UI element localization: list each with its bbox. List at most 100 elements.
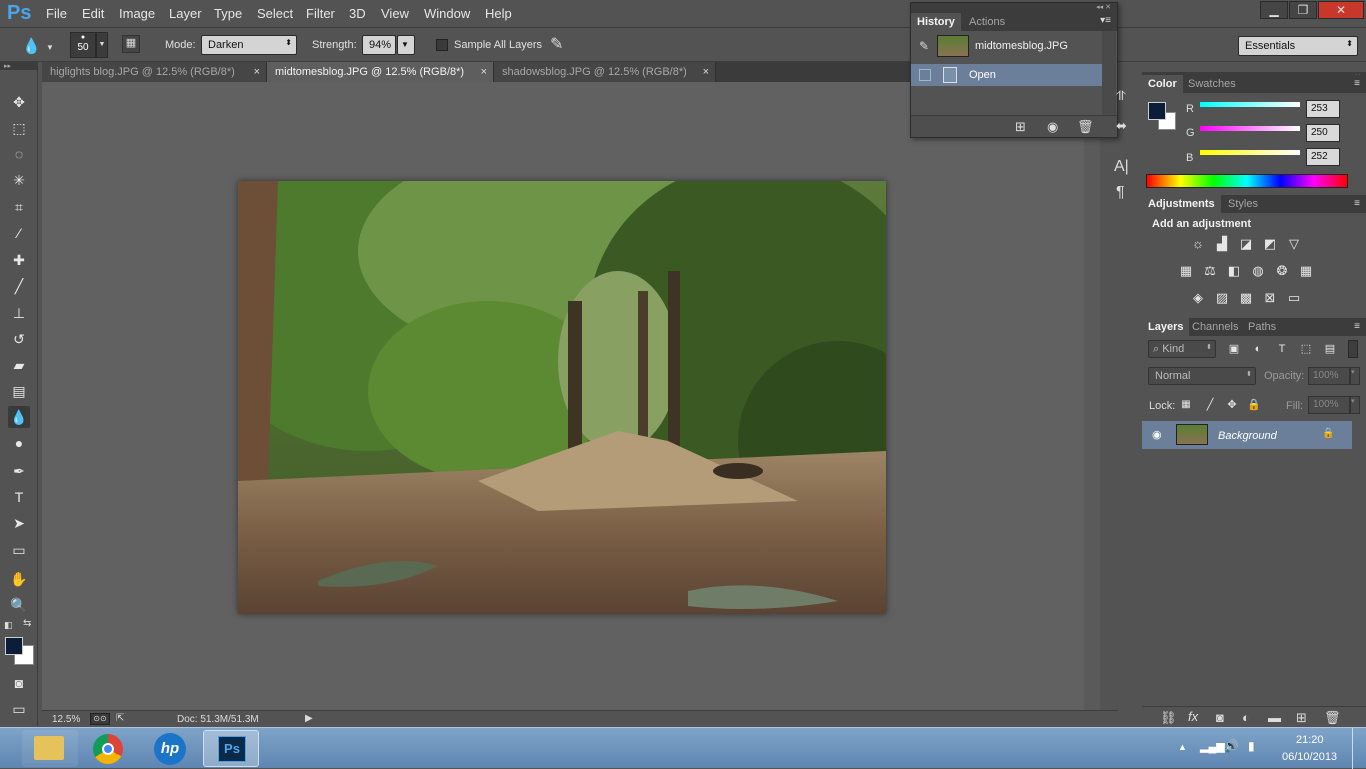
filter-smart-object-icon[interactable]: ▤ — [1320, 339, 1340, 359]
camera-icon[interactable]: ◉ — [1047, 119, 1058, 135]
menu-3d[interactable]: 3D — [349, 6, 366, 21]
hue-saturation-icon[interactable]: ▦ — [1176, 261, 1196, 281]
paragraph-panel-icon[interactable]: ¶ — [1116, 184, 1125, 202]
tab-adjustments[interactable]: Adjustments — [1142, 195, 1221, 213]
tab-layers[interactable]: Layers — [1142, 318, 1190, 336]
tab-paths[interactable]: Paths — [1242, 318, 1282, 336]
collapse-icon[interactable]: ▸▸ — [0, 62, 38, 70]
layers-scrollbar[interactable] — [1352, 421, 1366, 706]
type-tool-icon[interactable]: T — [8, 486, 30, 508]
tab-channels[interactable]: Channels — [1186, 318, 1244, 336]
history-brush-source-icon[interactable]: ✎ — [919, 39, 929, 53]
filter-toggle[interactable] — [1348, 340, 1358, 358]
filter-adjustment-icon[interactable]: ◐ — [1248, 339, 1268, 359]
close-icon[interactable]: × — [703, 62, 709, 82]
levels-icon[interactable]: ▟ — [1212, 234, 1232, 254]
volume-icon[interactable]: 🔊 — [1224, 739, 1239, 753]
pen-tool-icon[interactable]: ✒ — [8, 460, 30, 482]
path-selection-tool-icon[interactable]: ➤ — [8, 512, 30, 534]
opacity-arrow-icon[interactable]: ▾ — [1350, 367, 1360, 385]
close-icon[interactable]: × — [254, 62, 260, 82]
opacity-input[interactable]: 100% — [1308, 367, 1350, 385]
restore-button[interactable]: ❐ — [1289, 1, 1317, 19]
exposure-icon[interactable]: ◩ — [1260, 234, 1280, 254]
menu-filter[interactable]: Filter — [306, 6, 335, 21]
foreground-color-swatch[interactable] — [5, 637, 23, 655]
close-button[interactable]: ✕ — [1318, 1, 1364, 19]
quick-mask-icon[interactable]: ◙ — [8, 672, 30, 694]
history-brush-tool-icon[interactable]: ↺ — [8, 328, 30, 350]
r-value-input[interactable]: 253 — [1306, 100, 1340, 118]
panel-menu-icon[interactable]: ≡ — [1354, 321, 1360, 332]
snapshot-thumbnail[interactable] — [937, 35, 969, 57]
strength-dropdown-arrow[interactable]: ▼ — [397, 35, 415, 55]
channel-mixer-icon[interactable]: ❂ — [1272, 261, 1292, 281]
brush-picker-arrow-icon[interactable]: ▼ — [96, 32, 108, 58]
clock-time[interactable]: 21:20 — [1296, 734, 1324, 746]
b-slider[interactable] — [1200, 150, 1300, 155]
brush-preset-picker[interactable]: ● 50 — [70, 32, 96, 58]
brush-tool-icon[interactable]: ╱ — [8, 275, 30, 297]
tab-midtones[interactable]: midtomesblog.JPG @ 12.5% (RGB/8*) × — [267, 62, 494, 82]
menu-image[interactable]: Image — [119, 6, 155, 21]
fx-icon[interactable]: fx — [1188, 709, 1198, 724]
sample-all-layers-checkbox[interactable] — [436, 39, 448, 51]
g-value-input[interactable]: 250 — [1306, 124, 1340, 142]
black-white-icon[interactable]: ◧ — [1224, 261, 1244, 281]
tab-history[interactable]: History — [911, 13, 961, 31]
minimize-button[interactable]: ▁ — [1260, 1, 1288, 19]
color-lookup-icon[interactable]: ▦ — [1296, 261, 1316, 281]
r-slider[interactable] — [1200, 102, 1300, 107]
status-menu-arrow-icon[interactable]: ▶ — [305, 713, 313, 724]
default-colors-icon[interactable]: ◧ — [4, 620, 13, 631]
photoshop-taskbar-button[interactable]: Ps — [203, 730, 259, 767]
swap-colors-icon[interactable]: ⇆ — [23, 618, 31, 629]
b-value-input[interactable]: 252 — [1306, 148, 1340, 166]
menu-select[interactable]: Select — [257, 6, 293, 21]
posterize-icon[interactable]: ▨ — [1212, 288, 1232, 308]
dodge-tool-icon[interactable]: ● — [8, 432, 30, 454]
fill-input[interactable]: 100% — [1308, 396, 1350, 414]
menu-type[interactable]: Type — [214, 6, 242, 21]
eraser-tool-icon[interactable]: ▰ — [8, 354, 30, 376]
snapshot-label[interactable]: midtomesblog.JPG — [975, 40, 1068, 52]
selective-color-icon[interactable]: ⊠ — [1260, 288, 1280, 308]
tab-styles[interactable]: Styles — [1222, 195, 1264, 213]
color-spectrum-ramp[interactable] — [1146, 174, 1348, 188]
share-icon[interactable]: ⇱ — [116, 713, 124, 724]
menu-file[interactable]: File — [46, 6, 67, 21]
chevron-down-icon[interactable]: ▼ — [46, 43, 54, 52]
invert-icon[interactable]: ◈ — [1188, 288, 1208, 308]
brightness-contrast-icon[interactable]: ☼ — [1188, 234, 1208, 254]
explorer-taskbar-button[interactable] — [22, 730, 78, 767]
brush-panel-icon[interactable]: ⥣ — [1116, 88, 1125, 104]
photo-filter-icon[interactable]: ◍ — [1248, 261, 1268, 281]
lock-image-icon[interactable]: ╱ — [1200, 395, 1220, 415]
panel-menu-icon[interactable]: ▾≡ — [1100, 15, 1111, 26]
filter-shape-icon[interactable]: ⬚ — [1296, 339, 1316, 359]
hp-taskbar-button[interactable]: hp — [142, 730, 198, 767]
eye-icon[interactable]: ◉ — [1152, 428, 1162, 441]
history-source-checkbox[interactable] — [919, 69, 931, 81]
close-icon[interactable]: × — [481, 62, 487, 82]
link-layers-icon[interactable]: ⛓ — [1160, 710, 1177, 726]
panel-menu-icon[interactable]: ≡ — [1354, 198, 1360, 209]
layer-filter-select[interactable]: ⌕ Kind ⬍ — [1148, 340, 1216, 358]
lasso-tool-icon[interactable]: ◌ — [8, 143, 30, 165]
menu-layer[interactable]: Layer — [169, 6, 202, 21]
foreground-color-swatch[interactable] — [1148, 102, 1166, 120]
filter-pixel-icon[interactable]: ▣ — [1224, 339, 1244, 359]
tab-highlights[interactable]: higlights blog.JPG @ 12.5% (RGB/8*) × — [42, 62, 267, 82]
move-tool-icon[interactable]: ✥ — [8, 91, 30, 113]
clone-stamp-tool-icon[interactable]: ⊥ — [8, 302, 30, 324]
vertical-scrollbar[interactable] — [1084, 82, 1100, 710]
marquee-tool-icon[interactable]: ⬚ — [8, 117, 30, 139]
trash-icon[interactable]: 🗑 — [1077, 119, 1094, 135]
menu-view[interactable]: View — [381, 6, 409, 21]
menu-window[interactable]: Window — [424, 6, 470, 21]
zoom-level[interactable]: 12.5% — [52, 714, 80, 725]
layer-row-background[interactable]: ◉ Background 🔒 — [1142, 421, 1352, 449]
panel-menu-icon[interactable]: ≡ — [1354, 78, 1360, 89]
character-panel-icon[interactable]: A| — [1114, 158, 1129, 176]
network-icon[interactable]: ▂▄▆ — [1200, 740, 1225, 753]
